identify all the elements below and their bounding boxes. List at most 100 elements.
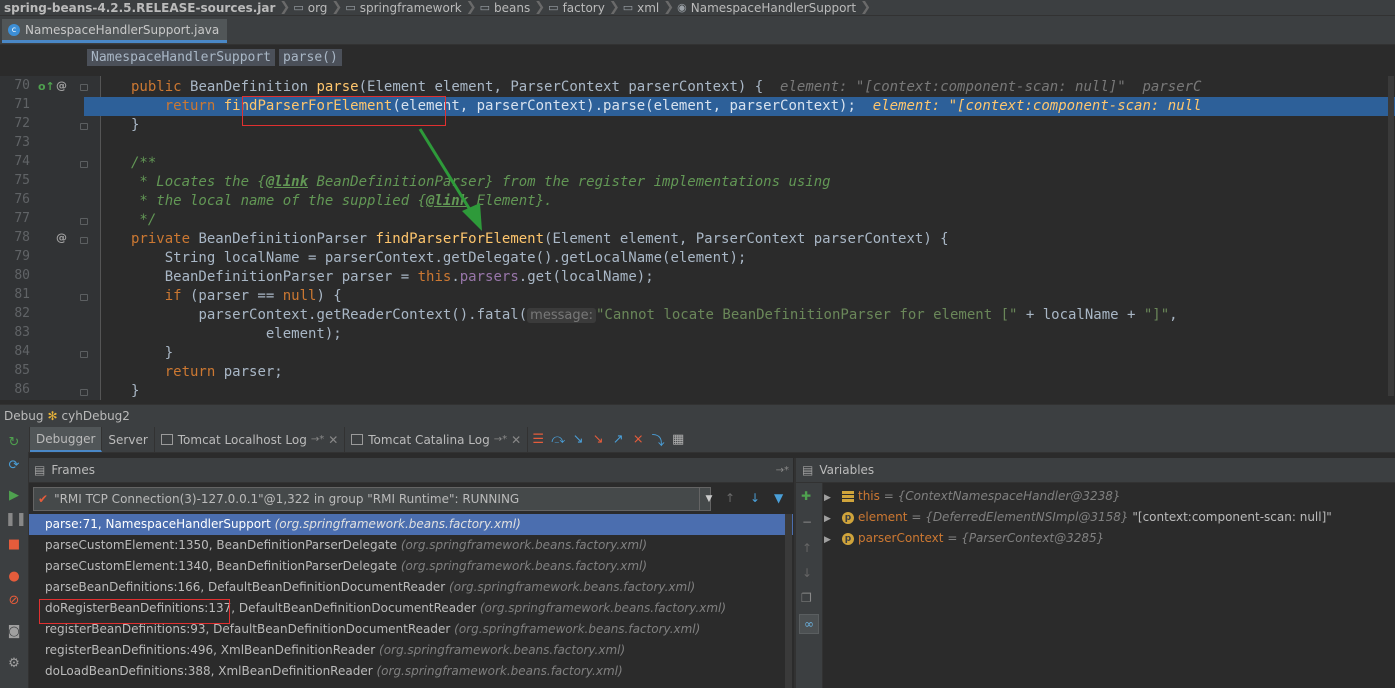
step-into-icon[interactable]: ↘ [568,432,588,447]
structure-class[interactable]: NamespaceHandlerSupport [87,49,276,66]
code-line-78[interactable]: private BeanDefinitionParser findParserF… [131,230,949,249]
frame-row[interactable]: registerBeanDefinitions:496, XmlBeanDefi… [29,640,793,661]
close-icon[interactable]: ✕ [328,433,338,447]
line-number: 80 [14,268,30,283]
thread-selector[interactable]: ✔ "RMI TCP Connection(3)-127.0.0.1"@1,32… [33,487,712,511]
frames-scrollbar[interactable] [785,514,792,688]
variables-icon: ▤ [802,463,814,477]
java-class-icon: c [8,23,20,36]
tab-debugger[interactable]: Debugger [30,427,103,452]
annotation-icon[interactable]: @ [56,79,67,92]
code-line-72[interactable]: } [131,116,139,135]
overrides-method-icon[interactable]: o↑ [38,80,55,93]
force-step-into-icon[interactable]: ↘ [588,432,608,447]
debug-config-name[interactable]: cyhDebug2 [62,409,130,423]
resume-icon[interactable]: ▶ [5,488,23,503]
copy-icon[interactable]: ❐ [801,591,812,605]
editor-scrollbar[interactable] [1388,76,1394,396]
move-down-icon[interactable]: ↓ [802,566,812,580]
rerun-icon[interactable]: ↻ [5,435,23,450]
code-line-80[interactable]: BeanDefinitionParser parser = this.parse… [131,268,654,287]
step-out-icon[interactable]: ↗ [608,432,628,447]
fold-marker-icon[interactable] [80,389,88,396]
code-line-84[interactable]: } [131,344,173,363]
previous-frame-icon[interactable]: ↑ [725,491,735,505]
breadcrumb-folder-org[interactable]: org [308,1,328,15]
get-thread-dump-icon[interactable]: ◙ [5,624,23,639]
frame-row[interactable]: doLoadBeanDefinitions:388, XmlBeanDefini… [29,661,793,682]
run-to-cursor-icon[interactable]: ⤵ [648,430,668,449]
filter-icon[interactable]: ▼ [774,491,783,505]
evaluate-expression-icon[interactable]: ▦ [668,432,688,447]
code-line-82[interactable]: parserContext.getReaderContext().fatal(m… [131,306,1178,325]
step-over-icon[interactable]: ⤼ [548,432,568,447]
show-execution-point-icon[interactable]: ☰ [528,432,548,447]
chevron-down-icon[interactable]: ▼ [699,488,718,510]
code-line-77[interactable]: */ [131,211,156,230]
tab-server[interactable]: Server [102,427,155,452]
variables-title: Variables [819,463,875,477]
code-line-81[interactable]: if (parser == null) { [131,287,342,306]
new-watch-icon[interactable]: ✚ [801,489,811,503]
debug-left-toolbar: ↻ ⟳ ▶ ❚❚ ■ ● ⊘ ◙ ⚙ [0,435,29,688]
remove-watch-icon[interactable]: − [802,515,812,529]
show-watches-icon[interactable]: ∞ [799,614,819,634]
frame-row[interactable]: parseBeanDefinitions:166, DefaultBeanDef… [29,577,793,598]
variable-row-parsercontext[interactable]: ▶ p parserContext = {ParserContext@3285} [824,528,1104,549]
line-number: 83 [14,325,30,340]
line-number: 79 [14,249,30,264]
breadcrumb-file[interactable]: NamespaceHandlerSupport [691,1,856,15]
log-icon [160,434,173,445]
structure-method[interactable]: parse() [279,49,342,66]
breadcrumb-jar[interactable]: spring-beans-4.2.5.RELEASE-sources.jar [0,1,275,15]
drop-frame-icon[interactable]: ⨯ [628,432,648,447]
navigation-breadcrumb: spring-beans-4.2.5.RELEASE-sources.jar ❯… [0,0,1395,16]
debug-tabs-bar: Debugger Server Tomcat Localhost Log →* ✕ … [0,427,1395,453]
mute-breakpoints-icon[interactable]: ⊘ [5,593,23,608]
frame-row[interactable]: parse:71, NamespaceHandlerSupport (org.s… [29,514,793,535]
editor-tab-namespacehandlersupport[interactable]: c NamespaceHandlerSupport.java [2,19,228,43]
breadcrumb-folder-springframework[interactable]: springframework [360,1,462,15]
code-line-79[interactable]: String localName = parserContext.getDele… [131,249,747,268]
move-up-icon[interactable]: ↑ [802,541,812,555]
code-line-74[interactable]: /** [131,154,156,173]
code-line-70[interactable]: public BeanDefinition parse(Element elem… [131,78,1201,97]
frame-row[interactable]: parseCustomElement:1350, BeanDefinitionP… [29,535,793,556]
breadcrumb-folder-xml[interactable]: xml [637,1,659,15]
expand-icon[interactable]: ▶ [824,509,842,530]
folder-icon: ▭ [293,1,304,14]
frame-row[interactable]: parseCustomElement:1340, BeanDefinitionP… [29,556,793,577]
code-editor[interactable]: NamespaceHandlerSupport parse() 70 71 72… [0,45,1395,400]
variable-row-this[interactable]: ▶ this = {ContextNamespaceHandler@3238} [824,486,1121,507]
fold-marker-icon[interactable] [80,218,88,225]
pause-icon[interactable]: ❚❚ [5,512,27,527]
code-line-86[interactable]: } [131,382,139,400]
update-icon[interactable]: ⟳ [5,458,23,473]
frames-title: Frames [51,463,95,477]
fold-marker-icon[interactable] [80,294,88,301]
variable-row-element[interactable]: ▶ p element = {DeferredElementNSImpl@3158}… [824,507,1332,528]
tab-tomcat-catalina-log[interactable]: Tomcat Catalina Log →* ✕ [345,427,529,452]
code-structure-breadcrumb: NamespaceHandlerSupport parse() [87,49,346,66]
fold-marker-icon[interactable] [80,123,88,130]
tab-tomcat-localhost-log[interactable]: Tomcat Localhost Log →* ✕ [155,427,346,452]
fold-marker-icon[interactable] [80,84,88,91]
settings-icon[interactable]: ⚙ [5,656,23,671]
fold-marker-icon[interactable] [80,351,88,358]
next-frame-icon[interactable]: ↓ [750,491,760,505]
fold-marker-icon[interactable] [80,237,88,244]
code-line-85[interactable]: return parser; [131,363,283,382]
fold-marker-icon[interactable] [80,161,88,168]
breadcrumb-folder-beans[interactable]: beans [494,1,530,15]
expand-icon[interactable]: ▶ [824,488,842,509]
stop-icon[interactable]: ■ [5,537,23,552]
annotation-icon[interactable]: @ [56,231,67,244]
pin-icon[interactable]: →* [776,465,789,476]
code-line-83[interactable]: element); [131,325,342,344]
close-icon[interactable]: ✕ [511,433,521,447]
annotation-highlight-box [39,599,230,624]
breadcrumb-folder-factory[interactable]: factory [563,1,605,15]
expand-icon[interactable]: ▶ [824,530,842,551]
view-breakpoints-icon[interactable]: ● [5,569,23,584]
line-number: 82 [14,306,30,321]
